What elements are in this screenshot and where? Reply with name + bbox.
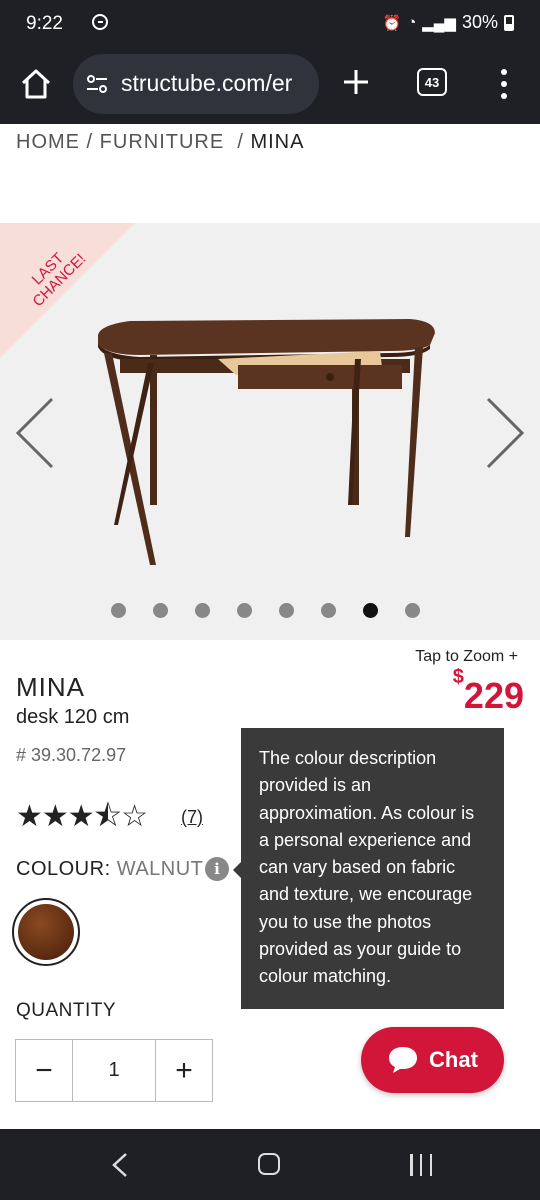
colour-label: COLOUR: WALNUT	[16, 858, 203, 881]
gallery-dot[interactable]	[111, 603, 126, 618]
decrease-quantity-button[interactable]: −	[16, 1040, 72, 1101]
price-currency: $	[452, 666, 464, 688]
product-description: desk 120 cm	[16, 706, 130, 728]
swatch-fill	[18, 904, 74, 960]
more-menu-icon[interactable]	[494, 66, 514, 102]
increase-quantity-button[interactable]: +	[156, 1040, 212, 1101]
product-image	[98, 319, 435, 565]
product-sku: # 39.30.72.97	[16, 745, 127, 765]
quantity-value[interactable]: 1	[72, 1040, 156, 1101]
status-bar: 9:22 ⏰ ◔ ▂▄▆ 30%	[0, 0, 540, 48]
product-price: $229	[453, 666, 524, 717]
breadcrumb: HOME / FURNITURE / MINA	[16, 131, 304, 154]
colour-label-text: COLOUR:	[16, 858, 117, 880]
url-text: structube.com/er	[121, 70, 293, 96]
site-settings-icon[interactable]	[85, 72, 109, 96]
breadcrumb-separator: /	[224, 131, 251, 153]
status-right: ⏰ ◔ ▂▄▆ 30%	[383, 12, 514, 33]
sync-icon	[92, 14, 108, 30]
wifi-icon: ◔	[407, 14, 417, 31]
battery-icon	[504, 14, 514, 31]
battery-percent: 30%	[461, 12, 498, 32]
status-time: 9:22	[26, 13, 63, 34]
price-amount: 229	[463, 675, 524, 716]
gallery-dot[interactable]	[405, 603, 420, 618]
colour-value: WALNUT	[116, 858, 204, 880]
home-icon[interactable]	[18, 66, 54, 102]
chat-button[interactable]: Chat	[361, 1027, 504, 1093]
chat-label: Chat	[429, 1047, 478, 1072]
breadcrumb-current: MINA	[250, 131, 305, 153]
recent-apps-icon[interactable]	[410, 1154, 432, 1176]
chat-bubble-icon	[389, 1047, 418, 1073]
breadcrumb-furniture[interactable]: FURNITURE	[100, 131, 225, 153]
tap-to-zoom-label: Tap to Zoom	[415, 648, 505, 665]
previous-image-icon[interactable]	[14, 395, 56, 471]
new-tab-icon[interactable]	[340, 66, 372, 98]
tap-to-zoom[interactable]: Tap to Zoom +	[415, 648, 518, 666]
zoom-plus-icon: +	[508, 648, 518, 665]
colour-tooltip: The colour description provided is an ap…	[233, 728, 504, 1009]
star-rating: ★★★⯪☆	[16, 800, 148, 833]
tab-switcher-button[interactable]: 43	[417, 68, 447, 96]
next-image-icon[interactable]	[484, 395, 526, 471]
gallery-dot[interactable]	[279, 603, 294, 618]
signal-icon: ▂▄▆	[422, 14, 456, 32]
back-icon[interactable]	[110, 1151, 130, 1179]
info-icon[interactable]: i	[205, 857, 229, 881]
gallery-dot[interactable]	[363, 603, 378, 618]
gallery-dot[interactable]	[321, 603, 336, 618]
quantity-label: QUANTITY	[16, 1000, 117, 1021]
quantity-stepper: − 1 +	[15, 1039, 213, 1102]
address-bar[interactable]: structube.com/er	[73, 54, 319, 114]
gallery-dot[interactable]	[237, 603, 252, 618]
review-count-link[interactable]: (7)	[181, 807, 203, 828]
gallery-dot[interactable]	[153, 603, 168, 618]
gallery-dot[interactable]	[195, 603, 210, 618]
colour-swatch-walnut[interactable]	[12, 898, 80, 966]
gallery-pagination	[111, 603, 420, 618]
browser-toolbar: structube.com/er 43	[0, 48, 540, 124]
system-nav-bar	[0, 1129, 540, 1200]
home-nav-icon[interactable]	[258, 1153, 280, 1175]
breadcrumb-separator: /	[80, 131, 100, 153]
alarm-icon: ⏰	[382, 14, 402, 32]
product-name: MINA	[16, 672, 85, 702]
product-gallery[interactable]: LAST CHANCE!	[0, 223, 540, 640]
breadcrumb-home[interactable]: HOME	[16, 131, 80, 153]
